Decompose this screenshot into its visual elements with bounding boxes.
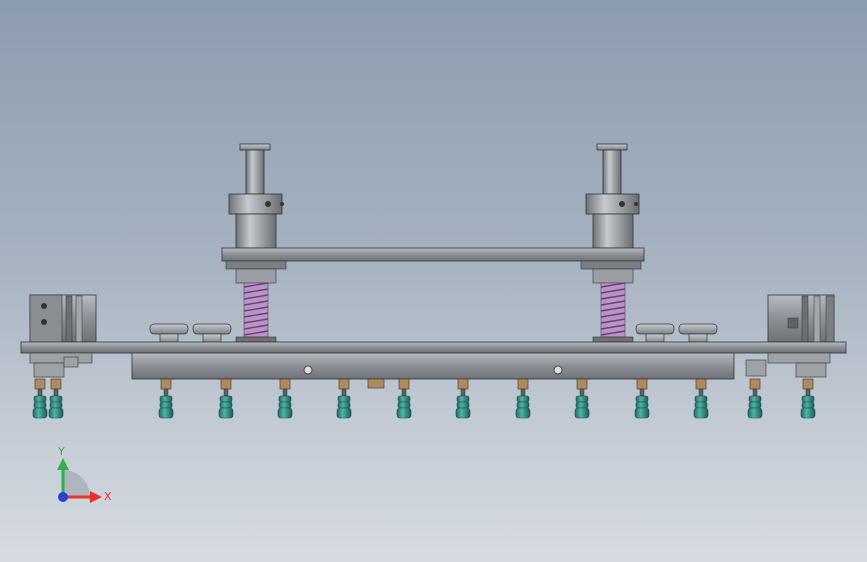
- main-plate: [20, 341, 847, 354]
- x-axis-label: X: [104, 490, 112, 503]
- guide-column-right: [585, 143, 640, 249]
- coordinate-triad: Y X: [57, 445, 112, 503]
- suction-nozzle: [396, 378, 412, 419]
- suction-nozzle: [693, 378, 709, 419]
- suction-nozzle: [48, 378, 64, 419]
- cad-drawing[interactable]: Y X: [0, 0, 867, 562]
- suction-nozzle: [515, 378, 531, 419]
- spring-left: [235, 268, 277, 343]
- suction-nozzle: [747, 378, 763, 419]
- cad-viewport[interactable]: Y X: [0, 0, 867, 562]
- suction-nozzles: [32, 378, 816, 419]
- y-axis-arrow: [57, 458, 69, 470]
- upper-plate: [221, 247, 645, 270]
- guide-column-left: [228, 143, 284, 249]
- cylinder-right: [767, 294, 835, 343]
- suction-nozzle: [158, 378, 174, 419]
- cylinder-left: [29, 294, 97, 343]
- suction-nozzle: [277, 378, 293, 419]
- bracket-right: [745, 352, 831, 378]
- suction-nozzle: [336, 378, 352, 419]
- suction-nozzle: [218, 378, 234, 419]
- suction-nozzle: [634, 378, 650, 419]
- y-axis-label: Y: [57, 445, 65, 458]
- suction-nozzle: [32, 378, 48, 419]
- bracket-left: [29, 352, 93, 378]
- z-axis-dot: [58, 492, 68, 502]
- suction-nozzle: [800, 378, 816, 419]
- suction-nozzle: [574, 378, 590, 419]
- x-axis-arrow: [90, 491, 102, 503]
- suction-nozzle: [455, 378, 471, 419]
- triad-arc: [63, 470, 90, 497]
- spring-right: [592, 268, 634, 343]
